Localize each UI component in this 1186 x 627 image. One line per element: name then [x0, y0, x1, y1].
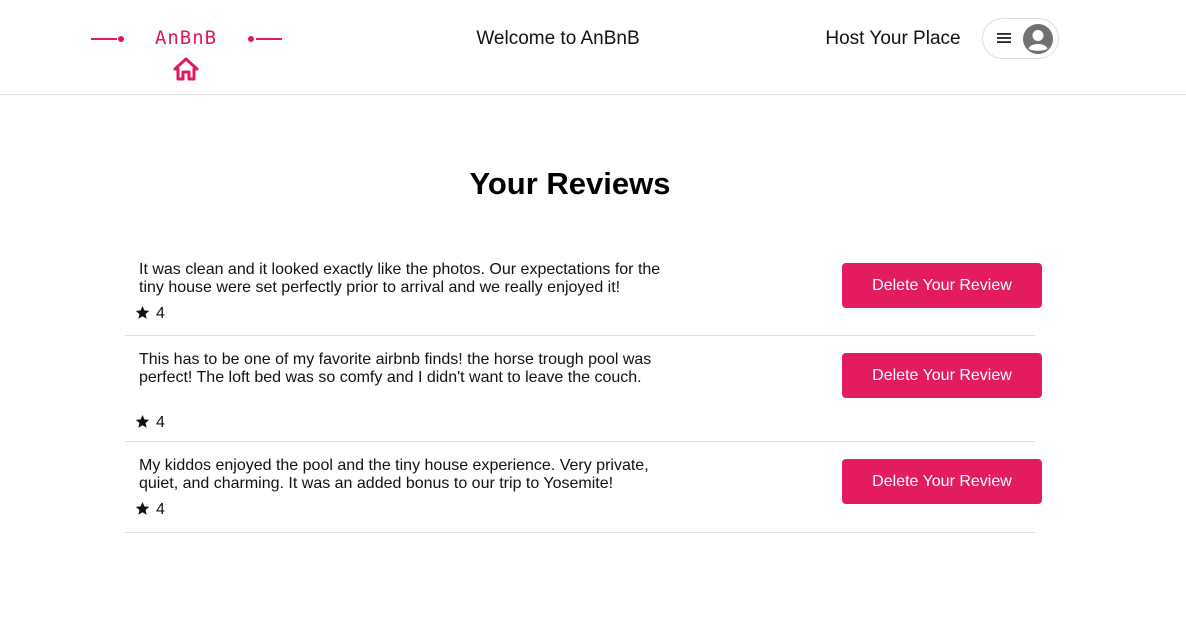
delete-review-button[interactable]: Delete Your Review [842, 263, 1042, 308]
brand-name: AnBnB [154, 27, 218, 49]
star-icon [135, 414, 150, 428]
review-text: This has to be one of my favorite airbnb… [139, 351, 652, 386]
star-icon [135, 501, 150, 515]
page-title: Your Reviews [469, 166, 671, 201]
review-rating: 4 [135, 413, 165, 433]
review-text: My kiddos enjoyed the pool and the tiny … [139, 457, 649, 492]
star-icon [135, 305, 150, 319]
host-your-place-link[interactable]: Host Your Place [806, 28, 980, 50]
review-item: It was clean and it looked exactly like … [125, 252, 1042, 336]
review-list: It was clean and it looked exactly like … [125, 252, 1042, 533]
house-icon [173, 57, 199, 81]
review-text: It was clean and it looked exactly like … [139, 261, 661, 296]
rating-value: 4 [156, 305, 165, 322]
delete-review-button[interactable]: Delete Your Review [842, 353, 1042, 398]
delete-review-button[interactable]: Delete Your Review [842, 459, 1042, 504]
review-rating: 4 [135, 500, 165, 520]
welcome-text: Welcome to AnBnB [476, 28, 640, 49]
review-item: My kiddos enjoyed the pool and the tiny … [125, 442, 1042, 533]
rating-value: 4 [156, 501, 165, 518]
user-avatar-icon [1023, 24, 1053, 54]
review-item: This has to be one of my favorite airbnb… [125, 336, 1042, 442]
profile-menu-button[interactable] [982, 18, 1059, 59]
logo-dot-left [118, 36, 124, 42]
logo-line-left [91, 38, 117, 40]
rating-value: 4 [156, 414, 165, 431]
home-logo-link[interactable]: AnBnB [90, 24, 282, 84]
hamburger-menu-icon [997, 33, 1011, 43]
logo-line-right [256, 38, 282, 40]
logo-dot-right [248, 36, 254, 42]
review-rating: 4 [135, 304, 165, 324]
top-navbar: AnBnB Welcome to AnBnB Host Your Place [0, 0, 1186, 95]
